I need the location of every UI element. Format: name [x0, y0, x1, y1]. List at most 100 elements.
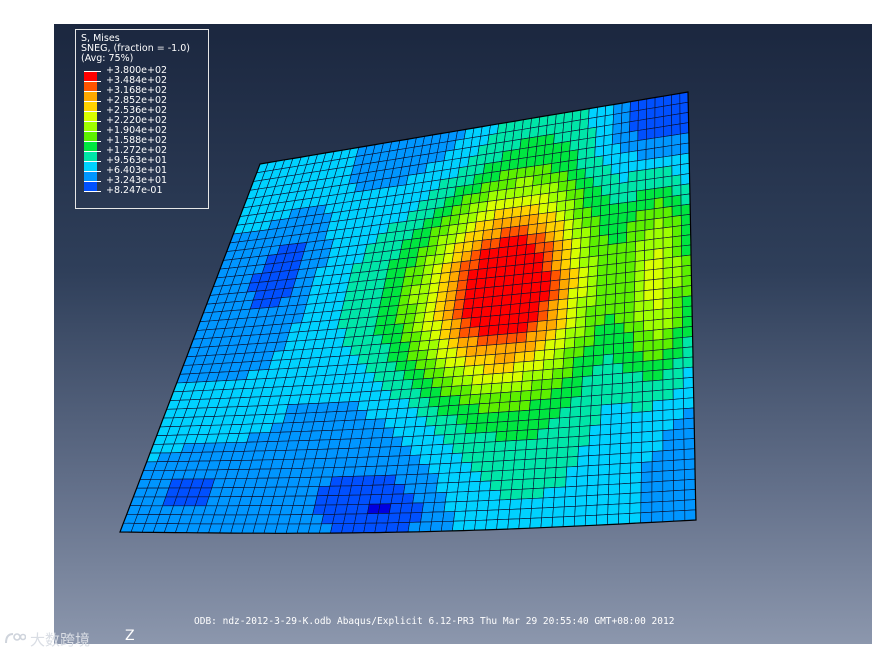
mesh-element — [559, 396, 572, 409]
mesh-element — [662, 429, 674, 442]
mesh-element — [547, 299, 559, 311]
mesh-element — [466, 413, 479, 425]
mesh-element — [646, 107, 656, 120]
mesh-element — [399, 445, 413, 457]
mesh-element — [490, 382, 503, 394]
mesh-element — [554, 328, 567, 340]
mesh-element — [446, 481, 460, 493]
mesh-element — [575, 306, 587, 319]
mesh-element — [634, 280, 645, 293]
mesh-element — [681, 224, 692, 237]
mesh-element — [559, 406, 571, 419]
mesh-element — [463, 432, 477, 444]
mesh-element — [630, 462, 642, 474]
mesh-element — [628, 160, 638, 173]
mesh-element — [435, 482, 449, 494]
mesh-element — [672, 367, 684, 380]
mesh-element — [513, 186, 525, 199]
mesh-element — [591, 374, 603, 387]
mesh-element — [580, 395, 592, 407]
mesh-element — [531, 369, 544, 381]
mesh-element — [504, 440, 517, 452]
mesh-element — [512, 129, 523, 141]
mesh-element — [470, 383, 483, 396]
mesh-element — [570, 129, 580, 142]
mesh-element — [580, 236, 591, 249]
mesh-element — [662, 378, 674, 391]
mesh-element — [586, 295, 597, 308]
mesh-element — [390, 436, 404, 448]
mesh-element — [579, 118, 589, 131]
viewport[interactable]: S, Mises SNEG, (fraction = -1.0) (Avg: 7… — [54, 24, 872, 644]
mesh-element — [461, 374, 474, 387]
mesh-element — [570, 386, 583, 398]
mesh-element — [576, 296, 588, 309]
mesh-element — [530, 379, 543, 391]
mesh-element — [593, 155, 604, 168]
mesh-element — [544, 231, 555, 243]
mesh-element — [662, 368, 674, 381]
mesh-element — [684, 509, 697, 521]
mesh-element — [611, 142, 622, 155]
mesh-element — [526, 233, 537, 245]
mesh-element — [637, 108, 648, 121]
mesh-element — [560, 140, 571, 153]
mesh-element — [569, 257, 581, 270]
mesh-element — [599, 433, 611, 446]
mesh-element — [598, 244, 609, 257]
mesh-element — [390, 493, 404, 505]
mesh-element — [476, 412, 489, 424]
mesh-element — [608, 463, 621, 475]
mesh-element — [635, 219, 646, 232]
mesh-element — [581, 385, 593, 397]
mesh-element — [621, 392, 633, 404]
mesh-element — [672, 245, 683, 258]
mesh-element — [662, 338, 674, 350]
mesh-element — [577, 286, 588, 299]
mesh-element — [546, 319, 558, 331]
mesh-element — [479, 470, 493, 482]
mesh-element — [495, 430, 508, 443]
mesh-element — [637, 138, 647, 152]
mesh-element — [469, 471, 482, 483]
mesh-element — [653, 227, 664, 240]
mesh-element — [662, 419, 674, 431]
mesh-element — [605, 283, 617, 296]
mesh-element — [662, 409, 674, 421]
mesh-element — [451, 443, 465, 454]
mesh-element — [613, 332, 625, 345]
mesh-element — [572, 366, 584, 378]
mesh-element — [652, 308, 664, 321]
mesh-element — [562, 120, 573, 133]
mesh-element — [681, 254, 692, 267]
mesh-element — [682, 346, 694, 359]
mesh-element — [683, 448, 696, 460]
mesh-element — [640, 501, 653, 514]
mesh-element — [681, 295, 693, 308]
mesh-element — [579, 405, 592, 417]
mesh-element — [652, 389, 664, 402]
mesh-element — [609, 443, 622, 455]
mesh-element — [544, 339, 556, 351]
mesh-element — [464, 422, 478, 435]
mesh-element — [498, 169, 510, 182]
mesh-element — [571, 227, 583, 240]
mesh-element — [518, 147, 529, 160]
mesh-element — [512, 273, 524, 286]
mesh-element — [368, 494, 383, 505]
mesh-element — [620, 121, 631, 134]
mesh-element — [662, 114, 673, 127]
mesh-element — [627, 190, 638, 203]
mesh-element — [515, 429, 529, 441]
mesh-element — [511, 283, 523, 296]
mesh-element — [582, 365, 594, 377]
mesh-element — [643, 299, 654, 312]
mesh-element — [585, 494, 598, 507]
mesh-element — [654, 156, 664, 169]
mesh-element — [432, 367, 445, 379]
mesh-element — [486, 334, 499, 346]
mesh-element — [573, 515, 587, 527]
mesh-element — [681, 305, 693, 318]
mesh-element — [541, 260, 553, 273]
mesh-element — [587, 116, 598, 129]
